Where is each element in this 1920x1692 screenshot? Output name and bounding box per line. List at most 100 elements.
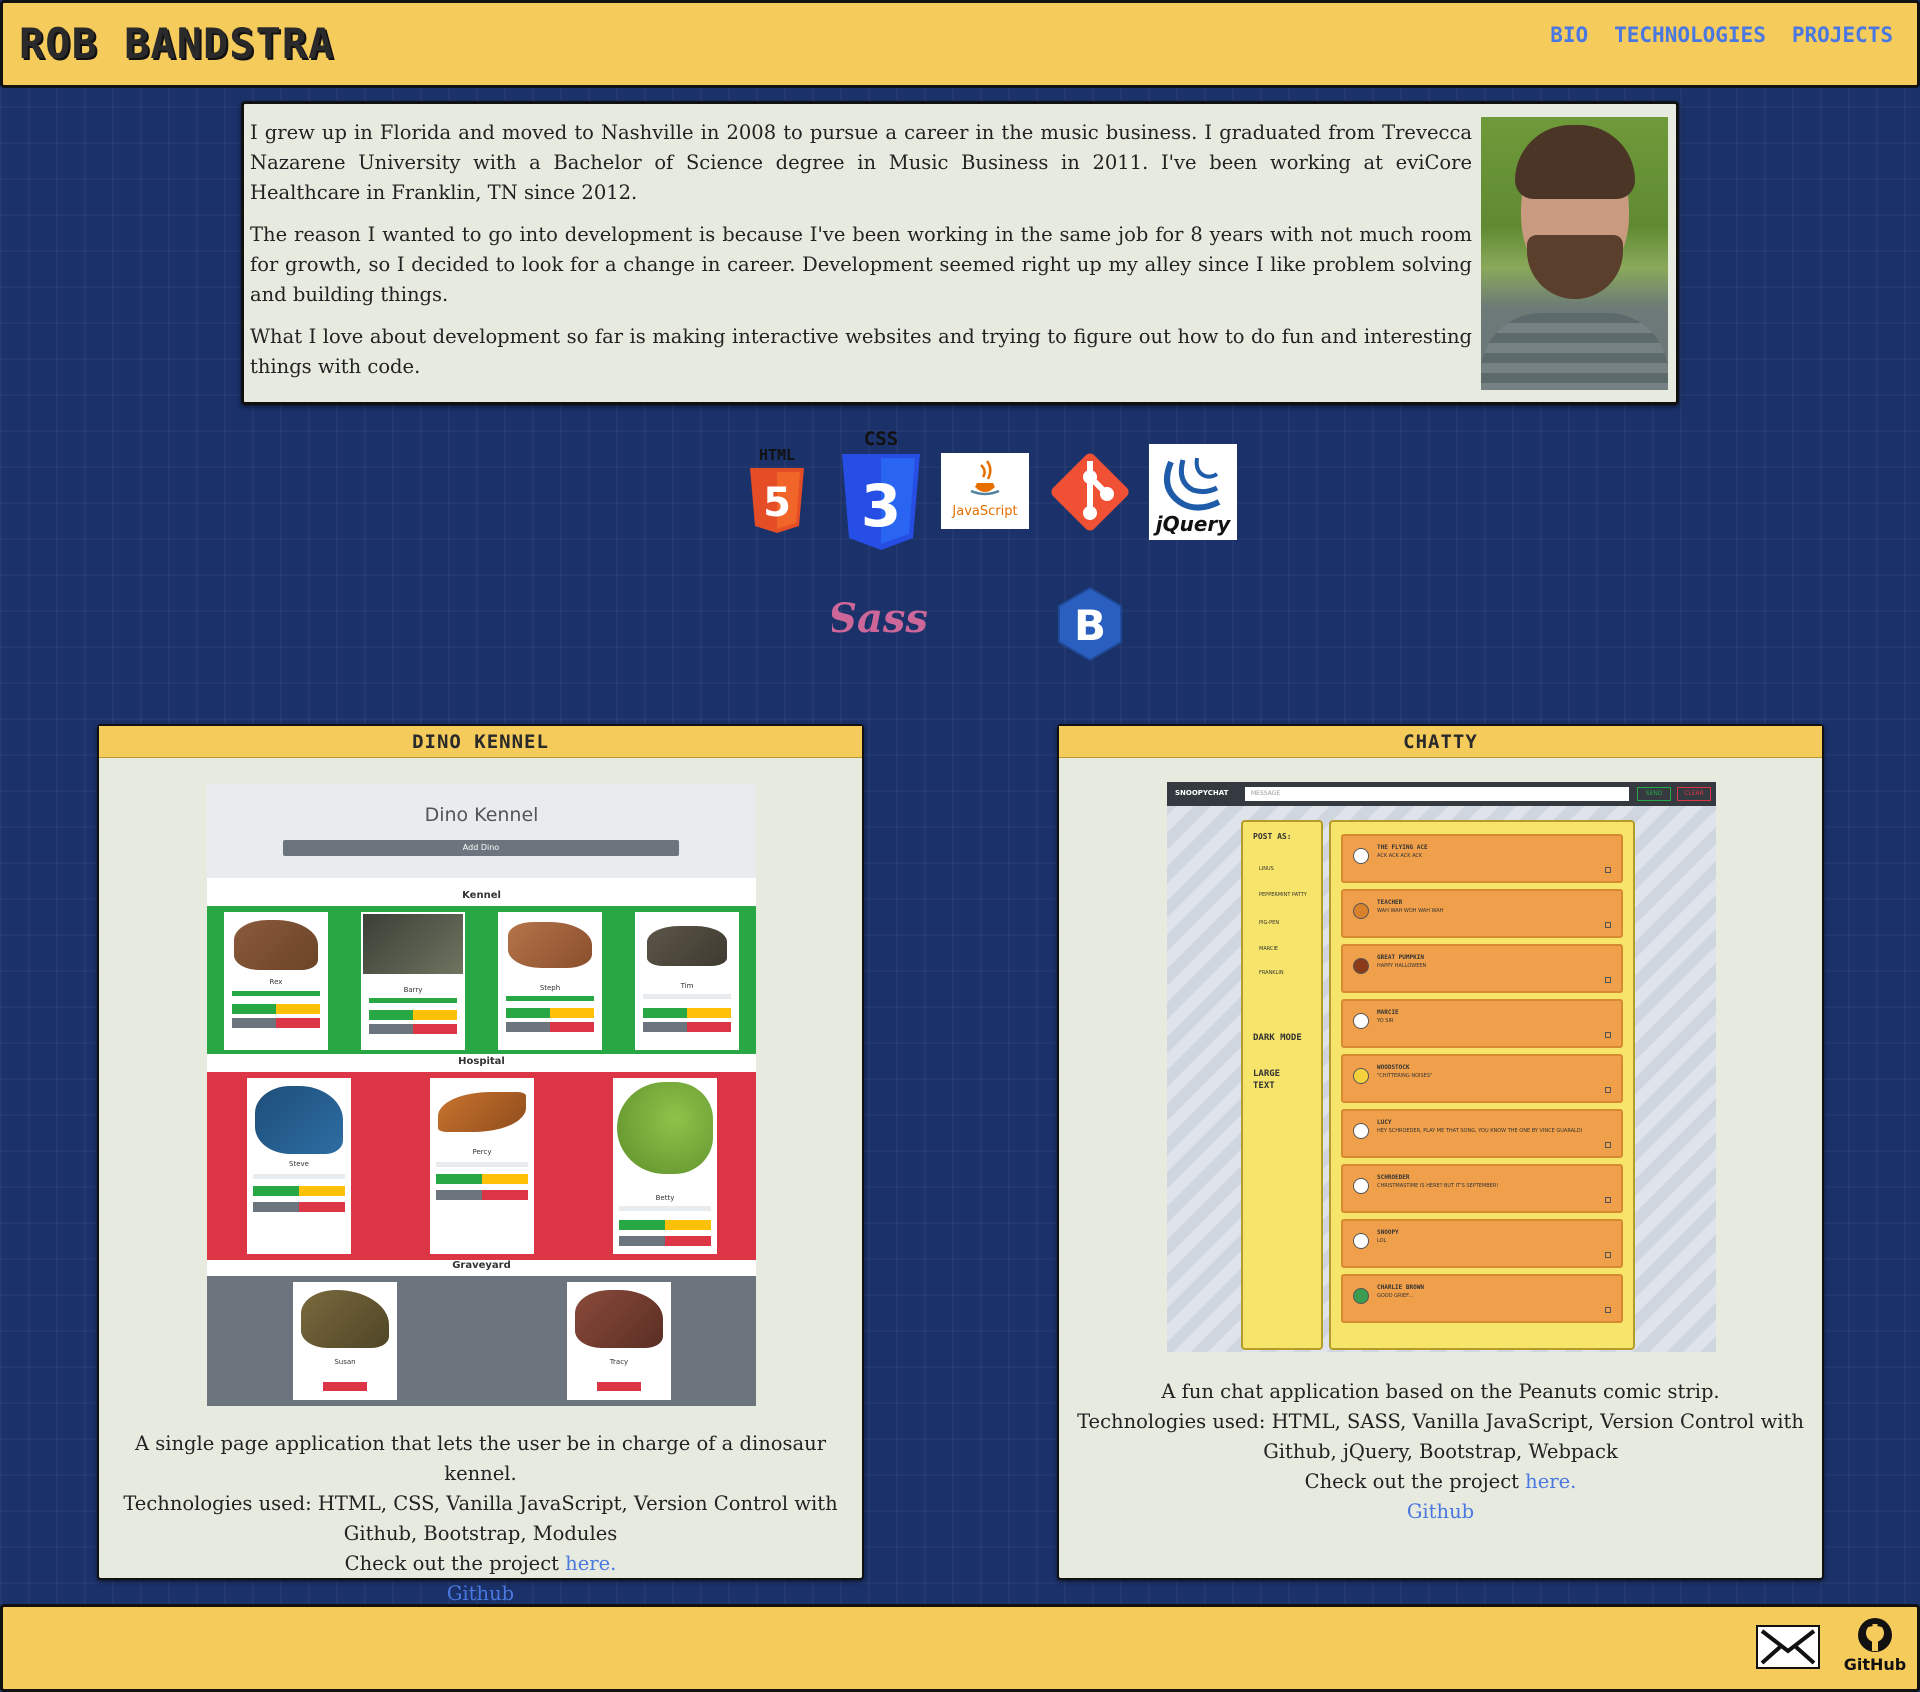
nav-bio-link[interactable]: BIO	[1550, 23, 1588, 47]
dino-delete-button	[299, 1202, 345, 1212]
dino-name: Tim	[680, 982, 694, 990]
project-screenshot[interactable]: SNOOPYCHAT MESSAGE SEND CLEAR POST AS: L…	[1167, 782, 1716, 1352]
nav-projects-link[interactable]: PROJECTS	[1792, 23, 1893, 47]
chat-message-author: LUCY	[1377, 1119, 1392, 1126]
brand-title[interactable]: ROB BANDSTRA	[19, 19, 334, 68]
chat-message: WOODSTOCK "CHITTERING NOISES"	[1341, 1054, 1623, 1103]
user-option: MARCIE	[1259, 946, 1279, 952]
dino-pet-button	[276, 1004, 320, 1014]
dino-image	[508, 922, 592, 968]
project-description: A single page application that lets the …	[99, 1429, 862, 1609]
shot-header	[207, 784, 756, 878]
chat-message: MARCIE YO SIR	[1341, 999, 1623, 1048]
avatar	[1353, 1233, 1369, 1249]
email-icon[interactable]	[1756, 1625, 1820, 1669]
jquery-icon: jQuery	[1149, 444, 1237, 540]
chat-message-text: CHRISTMASTIME IS HERE? BUT IT'S SEPTEMBE…	[1377, 1183, 1499, 1189]
edit-icon	[1605, 977, 1611, 983]
chat-message-author: SNOOPY	[1377, 1229, 1399, 1236]
shot-hospital-label: Hospital	[458, 1056, 505, 1067]
shot-dino-card: Rex	[224, 912, 328, 1050]
dino-pet-button	[550, 1008, 594, 1018]
dino-adventure-button	[643, 1022, 687, 1032]
check-out-text: Check out the project	[1304, 1470, 1519, 1493]
dino-health-bar	[232, 991, 320, 996]
javascript-icon: JavaScript	[941, 453, 1029, 529]
dino-feed-button	[436, 1174, 482, 1184]
chat-message-text: YO SIR	[1377, 1018, 1394, 1024]
project-link[interactable]: here.	[565, 1552, 616, 1575]
dino-pet-button	[413, 1010, 457, 1020]
project-link[interactable]: here.	[1525, 1470, 1576, 1493]
project-title: DINO KENNEL	[99, 726, 862, 758]
bootstrap-label: B	[1074, 601, 1106, 650]
chat-message: SNOOPY LOL	[1341, 1219, 1623, 1268]
nav-technologies-link[interactable]: TECHNOLOGIES	[1614, 23, 1766, 47]
dino-health-bar	[369, 998, 457, 1003]
dino-adventure-button	[619, 1236, 665, 1246]
main-nav: BIO TECHNOLOGIES PROJECTS	[1550, 23, 1893, 47]
dino-image	[647, 926, 727, 966]
dino-pet-button	[299, 1186, 345, 1196]
chat-message-text: LOL	[1377, 1238, 1387, 1244]
user-option: LINUS	[1259, 866, 1274, 872]
header: ROB BANDSTRA BIO TECHNOLOGIES PROJECTS	[0, 0, 1920, 88]
avatar	[1353, 1288, 1369, 1304]
shot-graveyard-label: Graveyard	[452, 1260, 511, 1271]
chat-message-text: HEY SCHROEDER, PLAY ME THAT SONG, YOU KN…	[1377, 1128, 1583, 1134]
chat-message-author: MARCIE	[1377, 1009, 1399, 1016]
shot-app-title: Dino Kennel	[424, 804, 539, 826]
shot-send-button: SEND	[1637, 787, 1671, 801]
chat-message-author: THE FLYING ACE	[1377, 844, 1428, 851]
github-footer-link[interactable]: GitHub	[1841, 1617, 1909, 1679]
large-text-toggle: LARGE TEXT	[1253, 1069, 1281, 1091]
project-card-chatty: CHATTY SNOOPYCHAT MESSAGE SEND CLEAR POS…	[1057, 724, 1824, 1580]
photo-shirt	[1481, 313, 1668, 390]
bootstrap-icon: B	[1058, 586, 1122, 662]
bio-text: I grew up in Florida and moved to Nashvi…	[250, 118, 1472, 394]
dino-health-bar	[619, 1206, 711, 1211]
dino-name: Susan	[334, 1358, 356, 1366]
footer: GitHub	[0, 1604, 1920, 1692]
avatar	[1353, 848, 1369, 864]
dino-name: Betty	[655, 1194, 675, 1202]
avatar	[1353, 1013, 1369, 1029]
post-as-label: POST AS:	[1253, 832, 1292, 841]
dino-delete-button	[665, 1236, 711, 1246]
shot-dino-card: Percy	[430, 1078, 534, 1254]
edit-icon	[1605, 1252, 1611, 1258]
chat-message: THE FLYING ACE ACK ACK ACK ACK	[1341, 834, 1623, 883]
dino-adventure-button	[436, 1190, 482, 1200]
chat-message-text: HAPPY HALLOWEEN	[1377, 963, 1427, 969]
jquery-label: jQuery	[1153, 512, 1232, 536]
dino-delete-button	[413, 1024, 457, 1034]
bio-section: I grew up in Florida and moved to Nashvi…	[241, 101, 1679, 405]
check-out-line: Check out the project here.	[109, 1549, 852, 1579]
dino-delete-button	[687, 1022, 731, 1032]
chat-message-author: SCHROEDER	[1377, 1174, 1410, 1181]
dino-health-bar	[436, 1162, 528, 1167]
shot-add-button: Add Dino	[283, 840, 679, 856]
github-link[interactable]: Github	[447, 1582, 514, 1605]
avatar	[1353, 1123, 1369, 1139]
photo-hair	[1515, 125, 1635, 199]
edit-icon	[1605, 1032, 1611, 1038]
dino-delete-button	[323, 1382, 367, 1391]
shot-graveyard-area	[207, 1276, 756, 1406]
avatar	[1353, 1178, 1369, 1194]
dino-image	[301, 1290, 389, 1348]
chat-message: SCHROEDER CHRISTMASTIME IS HERE? BUT IT'S…	[1341, 1164, 1623, 1213]
bio-paragraph: The reason I wanted to go into developme…	[250, 223, 1472, 306]
dino-feed-button	[369, 1010, 413, 1020]
dino-health-bar	[506, 996, 594, 1001]
dino-image	[575, 1290, 663, 1348]
dino-image	[617, 1082, 713, 1174]
shot-dino-card: Susan	[293, 1282, 397, 1400]
dino-image	[255, 1086, 343, 1154]
shot-app-name: SNOOPYCHAT	[1175, 789, 1229, 797]
dino-image	[438, 1092, 526, 1132]
github-link[interactable]: Github	[1407, 1500, 1474, 1523]
project-screenshot[interactable]: Dino Kennel Add Dino Kennel Rex Barry St…	[207, 784, 756, 1406]
check-out-line: Check out the project here.	[1063, 1467, 1818, 1497]
shot-clear-button: CLEAR	[1677, 787, 1711, 801]
